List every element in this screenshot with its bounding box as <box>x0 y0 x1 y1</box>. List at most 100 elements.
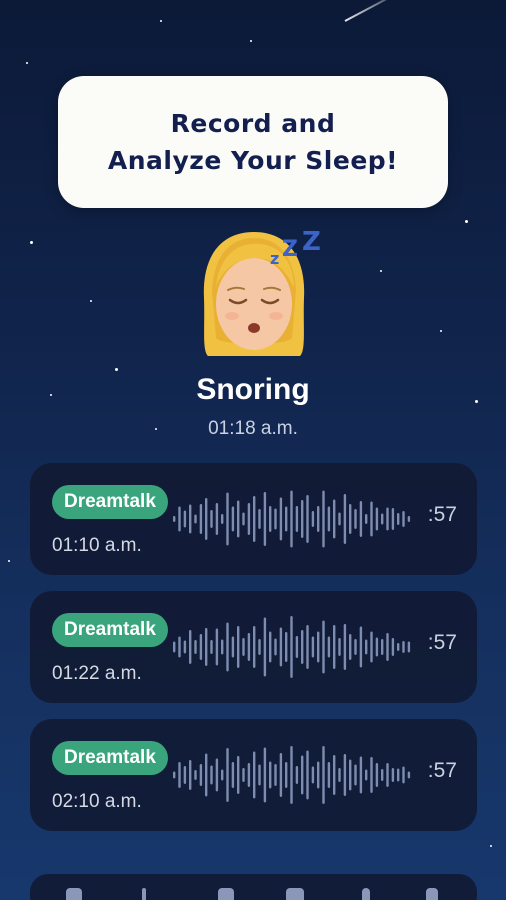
waveform-bar <box>327 506 331 532</box>
waveform-bar <box>199 764 203 786</box>
svg-text:Z: Z <box>282 237 298 262</box>
waveform-bar <box>173 771 176 779</box>
waveform-bar <box>285 762 288 788</box>
waveform-bar <box>183 766 187 784</box>
waveform-bar <box>263 747 267 803</box>
waveform-bar <box>322 620 325 674</box>
waveform-bar <box>205 628 208 666</box>
waveform-bar <box>210 765 213 785</box>
waveform-bar <box>306 625 309 669</box>
waveform-bar <box>386 763 389 787</box>
waveform-bar <box>349 759 352 791</box>
waveform-bar <box>402 641 405 653</box>
waveform-bar <box>349 634 352 660</box>
waveform-bar <box>290 616 293 678</box>
waveform-bar <box>381 769 384 781</box>
recording-card[interactable]: Dreamtalk 01:10 a.m. :57 <box>30 463 477 575</box>
waveform-bar <box>295 506 299 532</box>
waveform-bar <box>253 751 256 799</box>
waveform-bar <box>375 637 379 657</box>
profile-icon[interactable] <box>426 888 438 900</box>
waveform-bar <box>386 507 389 531</box>
waveform-bar <box>210 510 213 528</box>
waveform-bar <box>359 501 363 537</box>
recording-tag: Dreamtalk <box>52 741 168 775</box>
waveform-bar <box>370 631 373 663</box>
waveform-bar <box>269 506 272 532</box>
prompt-bubble: Record and Analyze Your Sleep! <box>58 76 448 208</box>
calendar-icon[interactable] <box>218 888 234 900</box>
waveform-bar <box>391 508 395 530</box>
waveform-bar <box>338 638 341 656</box>
waveform-bar <box>237 756 240 794</box>
waveform-bar <box>205 498 208 540</box>
waveform-bar <box>333 499 336 539</box>
waveform-bar <box>178 762 181 788</box>
waveform[interactable] <box>172 741 412 809</box>
event-title: Snoring <box>196 373 310 406</box>
recording-time: 02:10 a.m. <box>52 791 142 812</box>
waveform-bar <box>183 640 187 654</box>
waveform-bar <box>365 769 368 781</box>
waveform-bar <box>247 503 251 535</box>
waveform-bar <box>365 514 368 524</box>
waveform-bar <box>354 639 357 655</box>
waveform-bar <box>183 510 187 528</box>
svg-text:Z: Z <box>302 227 321 257</box>
waveform[interactable] <box>172 613 412 681</box>
waveform-bar <box>226 622 229 672</box>
stats-icon[interactable] <box>142 888 146 900</box>
heart-icon[interactable] <box>66 888 82 900</box>
waveform-bar <box>381 513 384 525</box>
waveform-bar <box>290 746 293 804</box>
shooting-star <box>344 0 408 22</box>
recording-card[interactable]: Dreamtalk 01:22 a.m. :57 <box>30 591 477 703</box>
waveform-bar <box>397 513 400 525</box>
recording-card[interactable]: Dreamtalk 02:10 a.m. :57 <box>30 719 477 831</box>
recording-duration: :57 <box>427 759 457 782</box>
waveform[interactable] <box>172 485 412 553</box>
waveform-bar <box>301 630 304 664</box>
waveform-bar <box>349 504 352 534</box>
waveform-bar <box>263 492 267 546</box>
waveform-bar <box>370 757 373 793</box>
waveform-bar <box>285 632 288 662</box>
waveform-bar <box>231 506 235 532</box>
waveform-bar <box>338 512 341 526</box>
person-icon[interactable] <box>362 888 370 900</box>
zzz-icon: z Z Z <box>270 227 321 268</box>
prompt-text: Record and Analyze Your Sleep! <box>108 105 398 179</box>
waveform-bar <box>194 514 197 524</box>
recording-tag: Dreamtalk <box>52 613 168 647</box>
waveform-bar <box>231 762 235 788</box>
waveform-bar <box>343 494 347 544</box>
waveform-bar <box>285 506 288 532</box>
recording-tag: Dreamtalk <box>52 485 168 519</box>
waveform-bar <box>215 503 219 535</box>
waveform-bar <box>375 763 379 787</box>
waveform-bar <box>365 639 368 655</box>
waveform-bar <box>317 761 320 789</box>
bag-icon[interactable] <box>286 888 304 900</box>
waveform-bar <box>322 746 325 804</box>
waveform-bar <box>258 639 261 655</box>
waveform-bar <box>370 501 373 537</box>
waveform-bar <box>258 764 261 786</box>
waveform-bar <box>253 496 256 542</box>
waveform-bar <box>359 756 363 794</box>
recording-duration: :57 <box>427 503 457 526</box>
waveform-bar <box>327 762 331 788</box>
waveform-bar <box>317 506 320 532</box>
waveform-bar <box>269 631 272 663</box>
waveform-bar <box>279 753 283 797</box>
recording-duration: :57 <box>427 631 457 654</box>
waveform-bar <box>343 624 347 670</box>
waveform-bar <box>274 638 277 656</box>
waveform-bar <box>194 770 197 780</box>
waveform-bar <box>391 638 395 656</box>
waveform-bar <box>269 761 272 789</box>
waveform-bar <box>301 500 304 538</box>
waveform-bar <box>189 630 192 664</box>
waveform-bar <box>306 750 309 800</box>
waveform-bar <box>194 640 197 654</box>
